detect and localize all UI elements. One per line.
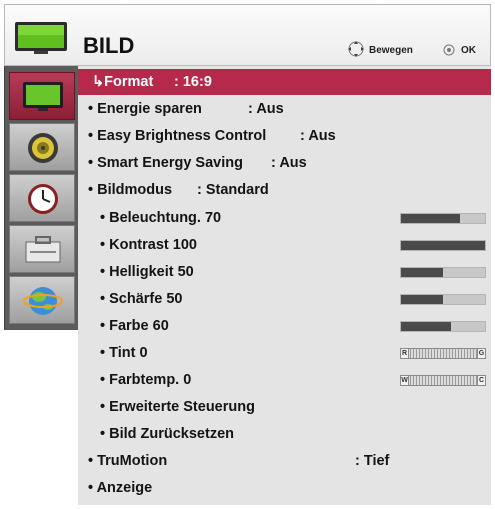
menu-item-tint[interactable]: • Tint 0 R G xyxy=(78,340,491,366)
menu-item-label: • Farbe 60 xyxy=(100,318,169,334)
menu-item-label: • Beleuchtung. 70 xyxy=(100,210,222,226)
menu-item-helligkeit[interactable]: • Helligkeit 50 xyxy=(78,259,491,285)
level-fill xyxy=(401,241,485,250)
sidebar-item-options[interactable] xyxy=(9,225,75,273)
sidebar-item-audio[interactable] xyxy=(9,123,75,171)
speaker-audio-icon xyxy=(28,133,58,163)
menu-item-easy-brightness[interactable]: • Easy Brightness Control : Aus xyxy=(78,123,491,149)
category-sidebar xyxy=(4,66,78,330)
menu-header: BILD Bewegen OK xyxy=(4,4,491,66)
menu-item-schaerfe[interactable]: • Schärfe 50 xyxy=(78,286,491,312)
kontrast-level-bar[interactable] xyxy=(400,240,486,251)
menu-item-value: : Standard xyxy=(197,182,269,198)
ok-hint: OK xyxy=(461,45,476,56)
menu-item-label: • Bildmodus xyxy=(88,182,173,198)
slider-right-end: C xyxy=(477,375,486,386)
menu-item-label: • Bild Zurücksetzen xyxy=(100,426,234,442)
menu-panel: ↳Format : 16:9 • Energie sparen : Aus • … xyxy=(78,66,491,505)
menu-item-label: • Tint 0 xyxy=(100,345,148,361)
menu-item-beleuchtung[interactable]: • Beleuchtung. 70 xyxy=(78,205,491,231)
menu-item-format[interactable]: ↳Format : 16:9 xyxy=(78,69,491,95)
toolbox-options-icon xyxy=(25,236,61,263)
menu-item-bild-zuruecksetzen[interactable]: • Bild Zurücksetzen xyxy=(78,421,491,447)
menu-item-label: • Schärfe 50 xyxy=(100,291,183,307)
helligkeit-level-bar[interactable] xyxy=(400,267,486,278)
schaerfe-level-bar[interactable] xyxy=(400,294,486,305)
farbtemp-slider[interactable]: W C xyxy=(400,375,486,386)
slider-left-end: R xyxy=(400,348,409,359)
clock-time-icon xyxy=(28,184,58,214)
menu-item-anzeige[interactable]: • Anzeige xyxy=(78,475,491,501)
level-fill xyxy=(401,295,443,304)
farbe-level-bar[interactable] xyxy=(400,321,486,332)
menu-item-label: • Kontrast 100 xyxy=(100,237,197,253)
menu-item-kontrast[interactable]: • Kontrast 100 xyxy=(78,232,491,258)
menu-item-bildmodus[interactable]: • Bildmodus : Standard xyxy=(78,177,491,203)
beleuchtung-level-bar[interactable] xyxy=(400,213,486,224)
tint-slider[interactable]: R G xyxy=(400,348,486,359)
level-fill xyxy=(401,214,460,223)
menu-item-value: : Aus xyxy=(300,128,336,144)
page-title: BILD xyxy=(83,33,135,58)
menu-item-label: • Anzeige xyxy=(88,480,153,496)
menu-item-label: • Erweiterte Steuerung xyxy=(100,399,255,415)
menu-item-label: • Smart Energy Saving xyxy=(88,155,243,171)
tv-picture-icon xyxy=(23,82,63,111)
sidebar-item-picture[interactable] xyxy=(9,72,75,120)
tv-icon xyxy=(15,22,67,54)
dpad-icon xyxy=(348,41,364,57)
move-hint: Bewegen xyxy=(369,45,413,56)
menu-item-farbe[interactable]: • Farbe 60 xyxy=(78,313,491,339)
menu-item-value: : Tief xyxy=(355,453,390,469)
picture-settings-window: BILD Bewegen OK ↳Format: 16:9 • Energie… xyxy=(4,4,491,505)
menu-item-label: • Helligkeit 50 xyxy=(100,264,194,280)
ok-button-icon xyxy=(443,44,455,56)
sidebar-item-network[interactable] xyxy=(9,276,75,324)
slider-right-end: G xyxy=(477,348,486,359)
menu-item-label: • Farbtemp. 0 xyxy=(100,372,192,388)
slider-left-end: W xyxy=(400,375,409,386)
menu-item-value: : 16:9 xyxy=(174,74,212,90)
menu-item-trumotion[interactable]: • TruMotion : Tief xyxy=(78,448,491,474)
menu-item-smart-energy[interactable]: • Smart Energy Saving : Aus xyxy=(78,150,491,176)
menu-item-farbtemp[interactable]: • Farbtemp. 0 W C xyxy=(78,367,491,393)
menu-item-label: • Easy Brightness Control xyxy=(88,128,267,144)
menu-item-label: • TruMotion xyxy=(88,453,168,469)
globe-network-icon xyxy=(23,287,63,315)
menu-item-label: • Energie sparen xyxy=(88,101,202,117)
level-fill xyxy=(401,322,452,331)
menu-item-value: : Aus xyxy=(248,101,284,117)
menu-item-value: : Aus xyxy=(271,155,307,171)
menu-item-erweiterte-steuerung[interactable]: • Erweiterte Steuerung xyxy=(78,394,491,420)
menu-item-label: ↳Format xyxy=(92,74,154,90)
menu-item-energie[interactable]: • Energie sparen : Aus xyxy=(78,96,491,122)
level-fill xyxy=(401,268,443,277)
sidebar-item-time[interactable] xyxy=(9,174,75,222)
